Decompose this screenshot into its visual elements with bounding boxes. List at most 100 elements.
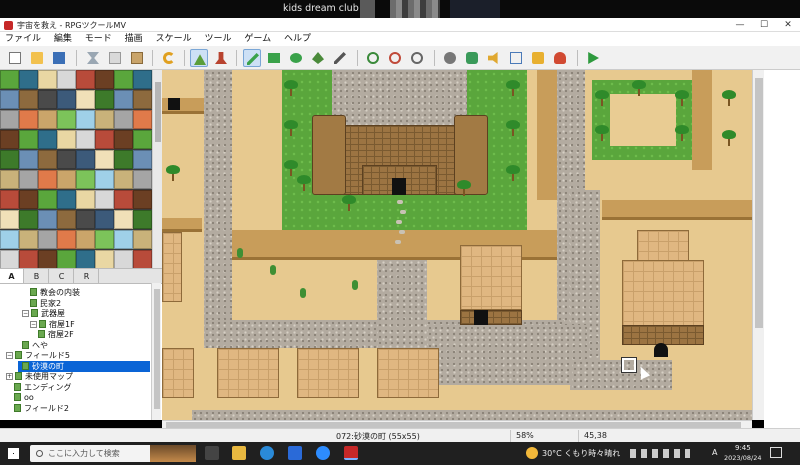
database-icon[interactable] [441, 49, 459, 67]
map-mode-icon[interactable] [190, 49, 208, 67]
tab-b[interactable]: B [25, 269, 49, 284]
cut-icon[interactable] [84, 49, 102, 67]
notification-icon[interactable] [770, 447, 782, 458]
tile-swatch[interactable] [114, 250, 133, 268]
tile-swatch[interactable] [57, 90, 76, 109]
tile-swatch[interactable] [114, 190, 133, 209]
zoom-out-icon[interactable] [386, 49, 404, 67]
tile-swatch[interactable] [114, 70, 133, 89]
tile-swatch[interactable] [76, 130, 95, 149]
map-tree-scrollbar[interactable] [151, 283, 161, 420]
tile-swatch[interactable] [95, 90, 114, 109]
save-project-icon[interactable] [50, 49, 68, 67]
tile-swatch[interactable] [133, 230, 152, 249]
playtest-icon[interactable] [584, 49, 602, 67]
fill-icon[interactable] [309, 49, 327, 67]
tile-swatch[interactable] [114, 230, 133, 249]
clock-date[interactable]: 2023/08/24 [724, 454, 761, 462]
tile-swatch[interactable] [57, 70, 76, 89]
shadow-pen-icon[interactable] [331, 49, 349, 67]
map-tree-item[interactable]: oo [14, 392, 34, 403]
tile-swatch[interactable] [95, 70, 114, 89]
tile-swatch[interactable] [114, 130, 133, 149]
map-tree-item[interactable]: − 宿屋1F [30, 319, 75, 330]
tile-swatch[interactable] [133, 250, 152, 268]
menu-game[interactable]: ゲーム [239, 32, 276, 46]
tile-swatch[interactable] [114, 110, 133, 129]
map-tree-item[interactable]: 宿屋2F [38, 329, 74, 340]
tile-swatch[interactable] [19, 210, 38, 229]
tile-swatch[interactable] [38, 150, 57, 169]
task-view-icon[interactable] [205, 446, 219, 460]
tile-swatch[interactable] [38, 210, 57, 229]
resource-manager-icon[interactable] [529, 49, 547, 67]
tile-swatch[interactable] [76, 250, 95, 268]
map-tree-item[interactable]: 砂漠の町 [18, 360, 150, 372]
map-canvas[interactable] [162, 70, 752, 420]
zoom-app-icon[interactable] [316, 446, 330, 460]
rpgmaker-taskbar-icon[interactable] [344, 446, 358, 460]
tile-swatch[interactable] [19, 130, 38, 149]
tile-swatch[interactable] [133, 70, 152, 89]
map-horizontal-scrollbar[interactable] [162, 420, 752, 428]
tile-swatch[interactable] [95, 170, 114, 189]
menu-file[interactable]: ファイル [0, 32, 46, 46]
tile-swatch[interactable] [57, 130, 76, 149]
collapse-icon[interactable]: − [6, 352, 13, 359]
participant-tile[interactable] [360, 0, 375, 18]
map-tree-item[interactable]: エンディング [14, 382, 71, 393]
collapse-icon[interactable]: − [30, 320, 37, 328]
collapse-icon[interactable]: − [22, 310, 29, 317]
tile-swatch[interactable] [0, 110, 19, 129]
undo-icon[interactable] [160, 49, 178, 67]
tile-swatch[interactable] [57, 250, 76, 268]
event-searcher-icon[interactable] [507, 49, 525, 67]
tile-swatch[interactable] [133, 130, 152, 149]
map-vertical-scrollbar[interactable] [752, 70, 764, 420]
participant-tile[interactable] [450, 0, 500, 18]
tile-swatch[interactable] [114, 90, 133, 109]
tile-swatch[interactable] [57, 190, 76, 209]
tile-swatch[interactable] [38, 190, 57, 209]
sound-test-icon[interactable] [485, 49, 503, 67]
tile-swatch[interactable] [95, 210, 114, 229]
tile-swatch[interactable] [95, 190, 114, 209]
tile-swatch[interactable] [95, 130, 114, 149]
tile-swatch[interactable] [0, 210, 19, 229]
tile-swatch[interactable] [0, 130, 19, 149]
tile-swatch[interactable] [76, 90, 95, 109]
tile-swatch[interactable] [19, 150, 38, 169]
tile-swatch[interactable] [19, 70, 38, 89]
character-generator-icon[interactable] [551, 49, 569, 67]
tile-swatch[interactable] [133, 210, 152, 229]
participant-tile[interactable] [390, 0, 440, 18]
tab-r[interactable]: R [75, 269, 99, 284]
tab-a[interactable]: A [0, 269, 24, 284]
tile-swatch[interactable] [76, 70, 95, 89]
edge-icon[interactable] [260, 446, 274, 460]
open-project-icon[interactable] [28, 49, 46, 67]
minimize-button[interactable]: — [728, 18, 752, 32]
tile-swatch[interactable] [95, 230, 114, 249]
tile-swatch[interactable] [76, 230, 95, 249]
tile-swatch[interactable] [133, 190, 152, 209]
tile-swatch[interactable] [38, 230, 57, 249]
tile-swatch[interactable] [76, 190, 95, 209]
tile-swatch[interactable] [38, 170, 57, 189]
menu-tools[interactable]: ツール [199, 32, 236, 46]
tile-swatch[interactable] [133, 170, 152, 189]
tile-swatch[interactable] [0, 250, 19, 268]
tile-swatch[interactable] [57, 230, 76, 249]
tile-swatch[interactable] [19, 250, 38, 268]
tile-swatch[interactable] [19, 110, 38, 129]
tile-swatch[interactable] [133, 150, 152, 169]
close-button[interactable]: ✕ [776, 18, 800, 32]
zoom-actual-icon[interactable] [408, 49, 426, 67]
ellipse-icon[interactable] [287, 49, 305, 67]
menu-edit[interactable]: 編集 [49, 32, 77, 46]
tile-swatch[interactable] [76, 110, 95, 129]
tile-swatch[interactable] [57, 110, 76, 129]
tile-swatch[interactable] [19, 230, 38, 249]
tile-swatch[interactable] [57, 170, 76, 189]
menu-mode[interactable]: モード [80, 32, 117, 46]
